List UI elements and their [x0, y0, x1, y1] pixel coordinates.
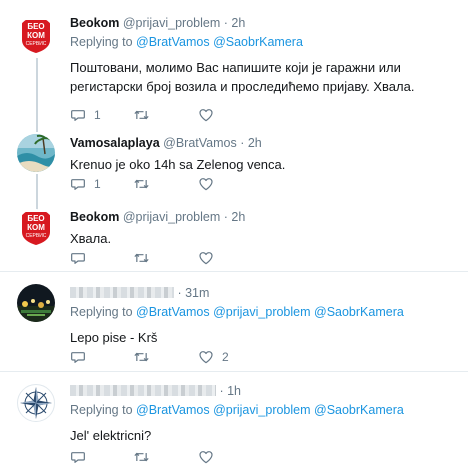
city-night-photo-icon	[17, 284, 55, 322]
separator: ·	[236, 136, 248, 150]
tweet-header: Beokom @prijavi_problem · 2h	[70, 209, 460, 225]
user-handle[interactable]: @BratVamos	[163, 136, 237, 150]
display-name[interactable]: Beokom	[70, 210, 119, 224]
retweet-button[interactable]	[133, 107, 150, 123]
retweet-icon	[133, 107, 150, 123]
user-handle[interactable]: @prijavi_problem	[123, 210, 220, 224]
reply-count: 1	[94, 108, 101, 122]
reply-icon	[70, 349, 86, 365]
timestamp[interactable]: 2h	[231, 16, 245, 30]
timestamp[interactable]: 2h	[248, 136, 262, 150]
separator: ·	[216, 384, 228, 398]
avatar-vamosalaplaya[interactable]	[17, 134, 55, 172]
replying-to: Replying to @BratVamos @prijavi_problem …	[70, 402, 460, 418]
compass-rose-icon	[20, 387, 52, 419]
avatar-beokom[interactable]: БЕО КОМ СЕРВИС	[17, 209, 55, 247]
svg-text:БЕО: БЕО	[27, 22, 44, 31]
tweet[interactable]: БЕО КОМ СЕРВИС Beokom @prijavi_problem ·…	[0, 198, 468, 270]
replying-to-label: Replying to	[70, 305, 137, 319]
reply-button[interactable]	[70, 449, 86, 465]
replying-to-label: Replying to	[70, 35, 137, 49]
svg-text:КОМ: КОМ	[27, 223, 45, 232]
like-count: 2	[222, 350, 229, 364]
svg-text:БЕО: БЕО	[27, 214, 44, 223]
like-icon	[198, 250, 214, 266]
like-icon	[198, 107, 214, 123]
svg-text:КОМ: КОМ	[27, 31, 45, 40]
timestamp[interactable]: 1h	[227, 384, 241, 398]
like-button[interactable]: 2	[198, 349, 229, 365]
separator: ·	[220, 210, 232, 224]
avatar-beokom[interactable]: БЕО КОМ СЕРВИС	[17, 17, 55, 55]
like-icon	[198, 349, 214, 365]
beokom-logo-icon: БЕО КОМ СЕРВИС	[22, 20, 50, 53]
reply-icon	[70, 449, 86, 465]
replying-to: Replying to @BratVamos @prijavi_problem …	[70, 304, 460, 320]
display-name[interactable]: Beokom	[70, 16, 119, 30]
retweet-icon	[133, 176, 150, 192]
separator: ·	[220, 16, 232, 30]
reply-button[interactable]: 1	[70, 176, 101, 192]
like-button[interactable]	[198, 449, 214, 465]
redacted-name	[70, 287, 174, 298]
reply-button[interactable]	[70, 250, 86, 266]
replying-to-users[interactable]: @BratVamos @prijavi_problem @SaobrKamera	[136, 403, 404, 417]
like-button[interactable]	[198, 176, 214, 192]
tweet[interactable]: · 1h Replying to @BratVamos @prijavi_pro…	[0, 372, 468, 469]
tweet-text: Krenuo je oko 14h sa Zelenog venca.	[70, 157, 286, 172]
retweet-button[interactable]	[133, 349, 150, 365]
reply-button[interactable]	[70, 349, 86, 365]
retweet-button[interactable]	[133, 250, 150, 266]
user-handle[interactable]: @prijavi_problem	[123, 16, 220, 30]
tweet-header: · 1h	[70, 383, 460, 399]
replying-to-users[interactable]: @BratVamos @prijavi_problem @SaobrKamera	[136, 305, 404, 319]
replying-to: Replying to @BratVamos @SaobrKamera	[70, 34, 460, 50]
tweet[interactable]: Vamosalaplaya @BratVamos · 2h Krenuo je …	[0, 128, 468, 198]
timestamp[interactable]: 31m	[185, 286, 209, 300]
replying-to-users[interactable]: @BratVamos @SaobrKamera	[136, 35, 303, 49]
replying-to-label: Replying to	[70, 403, 137, 417]
retweet-icon	[133, 250, 150, 266]
tweet[interactable]: · 31m Replying to @BratVamos @prijavi_pr…	[0, 272, 468, 370]
beach-photo-icon	[17, 134, 55, 172]
svg-text:СЕРВИС: СЕРВИС	[26, 41, 47, 47]
retweet-icon	[133, 349, 150, 365]
like-button[interactable]	[198, 107, 214, 123]
tweet[interactable]: БЕО КОМ СЕРВИС Beokom @prijavi_problem ·…	[0, 0, 468, 128]
tweet-text: Поштовани, молимо Вас напишите који је г…	[70, 60, 415, 94]
retweet-icon	[133, 449, 150, 465]
separator: ·	[174, 286, 186, 300]
reply-count: 1	[94, 177, 101, 191]
beokom-logo-icon: БЕО КОМ СЕРВИС	[22, 212, 50, 245]
reply-button[interactable]: 1	[70, 107, 101, 123]
retweet-button[interactable]	[133, 176, 150, 192]
tweet-text: Lepo pise - Krš	[70, 330, 158, 345]
like-icon	[198, 176, 214, 192]
tweet-text: Jel' elektricni?	[70, 428, 152, 443]
redacted-name	[70, 385, 216, 396]
tweet-header: Beokom @prijavi_problem · 2h	[70, 15, 460, 31]
reply-icon	[70, 176, 86, 192]
tweet-text: Хвала.	[70, 231, 112, 246]
tweet-header: · 31m	[70, 285, 460, 301]
display-name[interactable]: Vamosalaplaya	[70, 136, 160, 150]
retweet-button[interactable]	[133, 449, 150, 465]
timestamp[interactable]: 2h	[231, 210, 245, 224]
like-button[interactable]	[198, 250, 214, 266]
avatar-user[interactable]	[17, 284, 55, 322]
avatar-user[interactable]	[17, 384, 55, 422]
tweet-header: Vamosalaplaya @BratVamos · 2h	[70, 135, 460, 151]
like-icon	[198, 449, 214, 465]
reply-icon	[70, 250, 86, 266]
reply-icon	[70, 107, 86, 123]
svg-text:СЕРВИС: СЕРВИС	[26, 233, 47, 239]
